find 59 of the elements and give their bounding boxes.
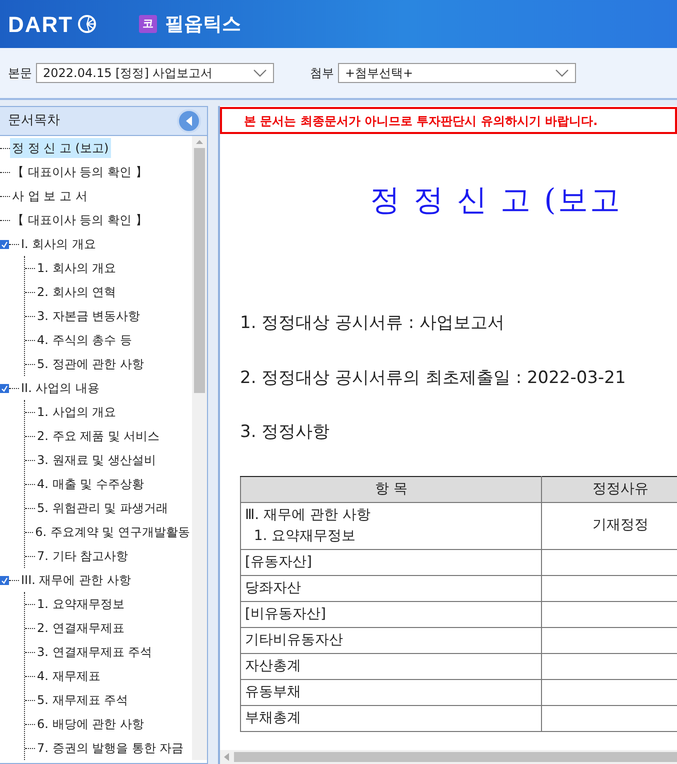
tree-item[interactable]: III. 재무에 관한 사항 — [19, 570, 133, 590]
column-header: 항 목 — [240, 476, 542, 502]
tree-item[interactable]: 4. 주식의 총수 등 — [35, 330, 134, 350]
tree-item[interactable]: 1. 요약재무정보 — [35, 594, 126, 614]
field-label: 본문 — [8, 65, 32, 82]
chevron-down-icon — [555, 69, 569, 77]
table-cell: [비유동자산] — [240, 601, 542, 627]
caret-left-icon — [185, 116, 193, 126]
table-cell: 유동부채 — [240, 679, 542, 705]
table-cell: [유동자산] — [240, 549, 542, 575]
logo-text[interactable]: DART — [8, 8, 74, 40]
tree-item[interactable]: 6. 배당에 관한 사항 — [35, 714, 146, 734]
table-cell: 부채총계 — [240, 705, 542, 731]
tree-item[interactable]: 3. 원재료 및 생산설비 — [35, 450, 158, 470]
tree-item[interactable]: 2. 연결재무제표 — [35, 618, 126, 638]
section-heading: 3. 정정사항 — [239, 421, 331, 444]
tree-item[interactable]: 7. 기타 참고사항 — [35, 546, 130, 566]
tree-item[interactable]: 5. 위험관리 및 파생거래 — [35, 498, 170, 518]
table-cell: 자산총계 — [240, 653, 542, 679]
tree-item[interactable]: I. 회사의 개요 — [19, 234, 98, 254]
collapse-toggle[interactable] — [0, 576, 9, 584]
tree-item[interactable]: 1. 회사의 개요 — [35, 258, 118, 278]
tree-item[interactable]: II. 사업의 내용 — [19, 378, 102, 398]
dropdown-select[interactable]: +첨부선택+ — [338, 63, 576, 83]
company-badge: 코 — [139, 15, 158, 33]
tree-item[interactable]: 5. 정관에 관한 사항 — [35, 354, 146, 374]
collapse-toggle[interactable] — [0, 240, 9, 248]
horizontal-scrollbar[interactable] — [220, 750, 677, 764]
collapse-button[interactable] — [177, 109, 201, 133]
tree-item[interactable]: 3. 자본금 변동사항 — [35, 306, 142, 326]
document-title: 정 정 신 고 (보고 — [369, 182, 622, 220]
tree-item[interactable]: 1. 사업의 개요 — [35, 402, 118, 422]
sidebar-title: 문서목차 — [8, 112, 60, 130]
column-header: 정정사유 — [542, 476, 677, 502]
section-heading: 2. 정정대상 공시서류의 최초제출일 : 2022-03-21 — [239, 366, 627, 390]
tree-item[interactable]: 6. 주요계약 및 연구개발활동 — [33, 522, 192, 542]
table-cell: 당좌자산 — [240, 575, 542, 601]
tree-item[interactable]: 2. 회사의 연혁 — [35, 282, 118, 302]
tree-item[interactable]: 5. 재무제표 주석 — [35, 690, 130, 710]
section-heading: 1. 정정대상 공시서류 : 사업보고서 — [239, 312, 506, 335]
tree-item[interactable]: 【 대표이사 등의 확인 】 — [10, 162, 150, 182]
tree-item[interactable]: 3. 연결재무제표 주석 — [35, 642, 154, 662]
table-cell: Ⅲ. 재무에 관한 사항 1. 요약재무정보 — [240, 502, 542, 549]
field-label: 첨부 — [310, 65, 334, 82]
tree-item[interactable]: 7. 증권의 발행을 통한 자금 — [35, 738, 186, 758]
dropdown-select[interactable]: 2022.04.15 [정정] 사업보고서 — [36, 63, 274, 83]
collapse-toggle[interactable] — [0, 384, 9, 392]
table-cell: 기타비유동자산 — [240, 627, 542, 653]
tree-item[interactable]: 4. 매출 및 수주상황 — [35, 474, 146, 494]
tree-item[interactable]: 사 업 보 고 서 — [10, 186, 90, 206]
tree-item[interactable]: 【 대표이사 등의 확인 】 — [10, 210, 150, 230]
warning-notice: 본 문서는 최종문서가 아니므로 투자판단시 유의하시기 바랍니다. — [220, 107, 677, 134]
tree-item[interactable]: 2. 주요 제품 및 서비스 — [35, 426, 162, 446]
sunburst-icon — [77, 14, 98, 34]
chevron-down-icon — [253, 69, 267, 77]
tree-item[interactable]: 정 정 신 고 (보고) — [10, 138, 111, 158]
tree-item[interactable]: 4. 재무제표 — [35, 666, 102, 686]
vertical-scrollbar[interactable] — [192, 136, 207, 760]
company-name: 필옵틱스 — [165, 12, 242, 37]
